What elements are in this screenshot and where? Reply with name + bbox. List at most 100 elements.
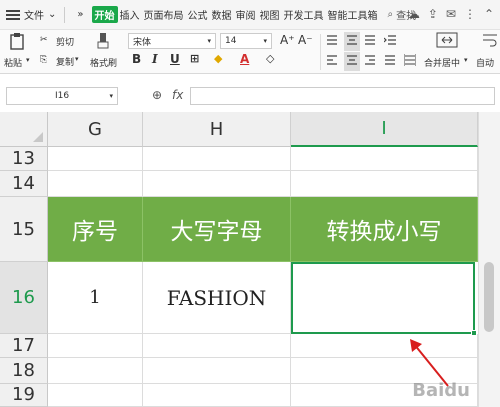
fx-icon[interactable]: fx [172,88,183,102]
column-header-h[interactable]: H [143,112,291,147]
font-size-select[interactable]: 14 ▾ [220,33,272,49]
row-header-15[interactable]: 15 [0,197,48,262]
active-cell-i16[interactable] [291,262,475,334]
chevron-down-icon: ▾ [109,92,113,100]
chevron-down-icon: ▾ [207,37,211,45]
brush-icon [94,32,112,53]
chevron-down-icon: ▾ [263,37,267,45]
cut-button[interactable]: 剪切 [56,35,74,48]
header-cell-uppercase-letters[interactable]: 大写字母 [143,197,291,262]
cell-i14[interactable] [291,171,478,197]
formula-input[interactable] [190,87,495,105]
zoom-icon[interactable]: ⊕ [152,88,162,102]
clipboard-icon [10,33,24,50]
chevron-down-icon[interactable]: ▾ [26,56,30,64]
italic-icon[interactable]: I [152,52,158,66]
wrap-text-button[interactable]: 自动 [476,56,494,69]
align-middle-icon[interactable] [344,32,360,51]
font-name-select[interactable]: 宋体 ▾ [128,33,216,49]
merge-center-button[interactable]: 合并居中 [424,56,460,69]
chevron-down-icon[interactable]: ▾ [464,56,468,64]
spreadsheet-grid: G H I 13 14 15 序号 大写字母 转换成小写 16 1 FASHIO… [0,112,500,407]
name-box[interactable]: I16 ▾ [6,87,118,105]
menu-icon[interactable] [6,9,20,20]
cell-g14[interactable] [48,171,143,197]
cell-g16[interactable]: 1 [48,262,143,334]
search-icon: ⌕ [387,9,394,20]
tab-smart-toolbox[interactable]: 智能工具箱 [328,7,378,22]
cell-h17[interactable] [143,334,291,358]
align-right-icon[interactable] [364,54,376,69]
tab-home[interactable]: 开始 [91,6,118,23]
collapse-icon[interactable]: ⌃ [484,7,494,21]
cell-h16[interactable]: FASHION [143,262,291,334]
column-header-i[interactable]: I [291,112,478,147]
formula-bar: I16 ▾ ⊕ fx [0,85,500,107]
cell-h14[interactable] [143,171,291,197]
justify-icon[interactable] [384,54,396,69]
copy-button[interactable]: 复制 [56,55,74,68]
tab-data[interactable]: 数据 [212,7,232,22]
align-bottom-icon[interactable] [364,34,376,49]
cloud-icon[interactable]: ☁ [408,7,420,21]
header-cell-serial-number[interactable]: 序号 [48,197,143,262]
align-left-icon[interactable] [326,54,338,69]
cell-g17[interactable] [48,334,143,358]
share-icon[interactable]: ⇪ [428,7,438,21]
paste-label: 粘贴 [4,59,23,69]
font-color-icon[interactable]: A [240,52,249,66]
header-cell-convert-lowercase[interactable]: 转换成小写 [291,197,478,262]
scrollbar-thumb[interactable] [484,262,494,332]
more-tabs-button[interactable]: » [77,9,83,20]
vertical-scrollbar[interactable] [478,112,500,407]
decrease-font-icon[interactable]: A⁻ [298,33,313,47]
font-size-value: 14 [225,36,237,46]
tab-page-layout[interactable]: 页面布局 [144,7,184,22]
cell-h19[interactable] [143,384,291,407]
indent-icon[interactable] [383,34,396,49]
window-tools: ☁ ⇪ ✉ ⋮ ⌃ [408,7,494,21]
cell-g18[interactable] [48,358,143,384]
align-top-icon[interactable] [326,34,338,49]
column-header-g[interactable]: G [48,112,143,147]
chevron-down-icon[interactable]: ⌄ [48,9,56,20]
more-icon[interactable]: ⋮ [464,7,476,21]
underline-icon[interactable]: U [170,52,180,66]
row-header-17[interactable]: 17 [0,334,48,358]
eraser-icon[interactable]: ◇ [266,52,274,65]
cell-i13[interactable] [291,147,478,171]
bold-icon[interactable]: B [132,52,141,66]
cell-reference: I16 [54,91,70,101]
cell-g19[interactable] [48,384,143,407]
row-header-14[interactable]: 14 [0,171,48,197]
tab-developer[interactable]: 开发工具 [284,7,324,22]
cut-icon: ✂ [40,35,48,45]
border-icon[interactable]: ⊞ [190,52,199,65]
format-painter-button[interactable]: 格式刷 [90,56,117,69]
row-header-16[interactable]: 16 [0,262,48,334]
tab-formulas[interactable]: 公式 [188,7,208,22]
comment-icon[interactable]: ✉ [446,7,456,21]
row-header-18[interactable]: 18 [0,358,48,384]
tab-view[interactable]: 视图 [260,7,280,22]
distributed-icon[interactable] [403,54,417,69]
font-name-value: 宋体 [133,37,152,48]
merge-icon [436,32,458,51]
wrap-text-icon [482,32,498,51]
tab-insert[interactable]: 插入 [120,7,140,22]
chevron-down-icon[interactable]: ▾ [75,55,79,63]
increase-font-icon[interactable]: A⁺ [280,33,295,47]
fill-color-icon[interactable]: ◆ [214,52,222,65]
ribbon: 粘贴 ▾ ✂ 剪切 ⎘ 复制 ▾ 格式刷 宋体 ▾ 14 ▾ A⁺ A⁻ B I… [0,30,500,74]
tab-review[interactable]: 审阅 [236,7,256,22]
paste-button[interactable] [6,32,28,53]
row-header-19[interactable]: 19 [0,384,48,407]
select-all-button[interactable] [0,112,48,147]
divider [64,6,66,23]
cell-g13[interactable] [48,147,143,171]
row-header-13[interactable]: 13 [0,147,48,171]
file-menu[interactable]: 文件 [24,7,44,22]
cell-h13[interactable] [143,147,291,171]
cell-h18[interactable] [143,358,291,384]
align-center-icon[interactable] [344,52,360,71]
